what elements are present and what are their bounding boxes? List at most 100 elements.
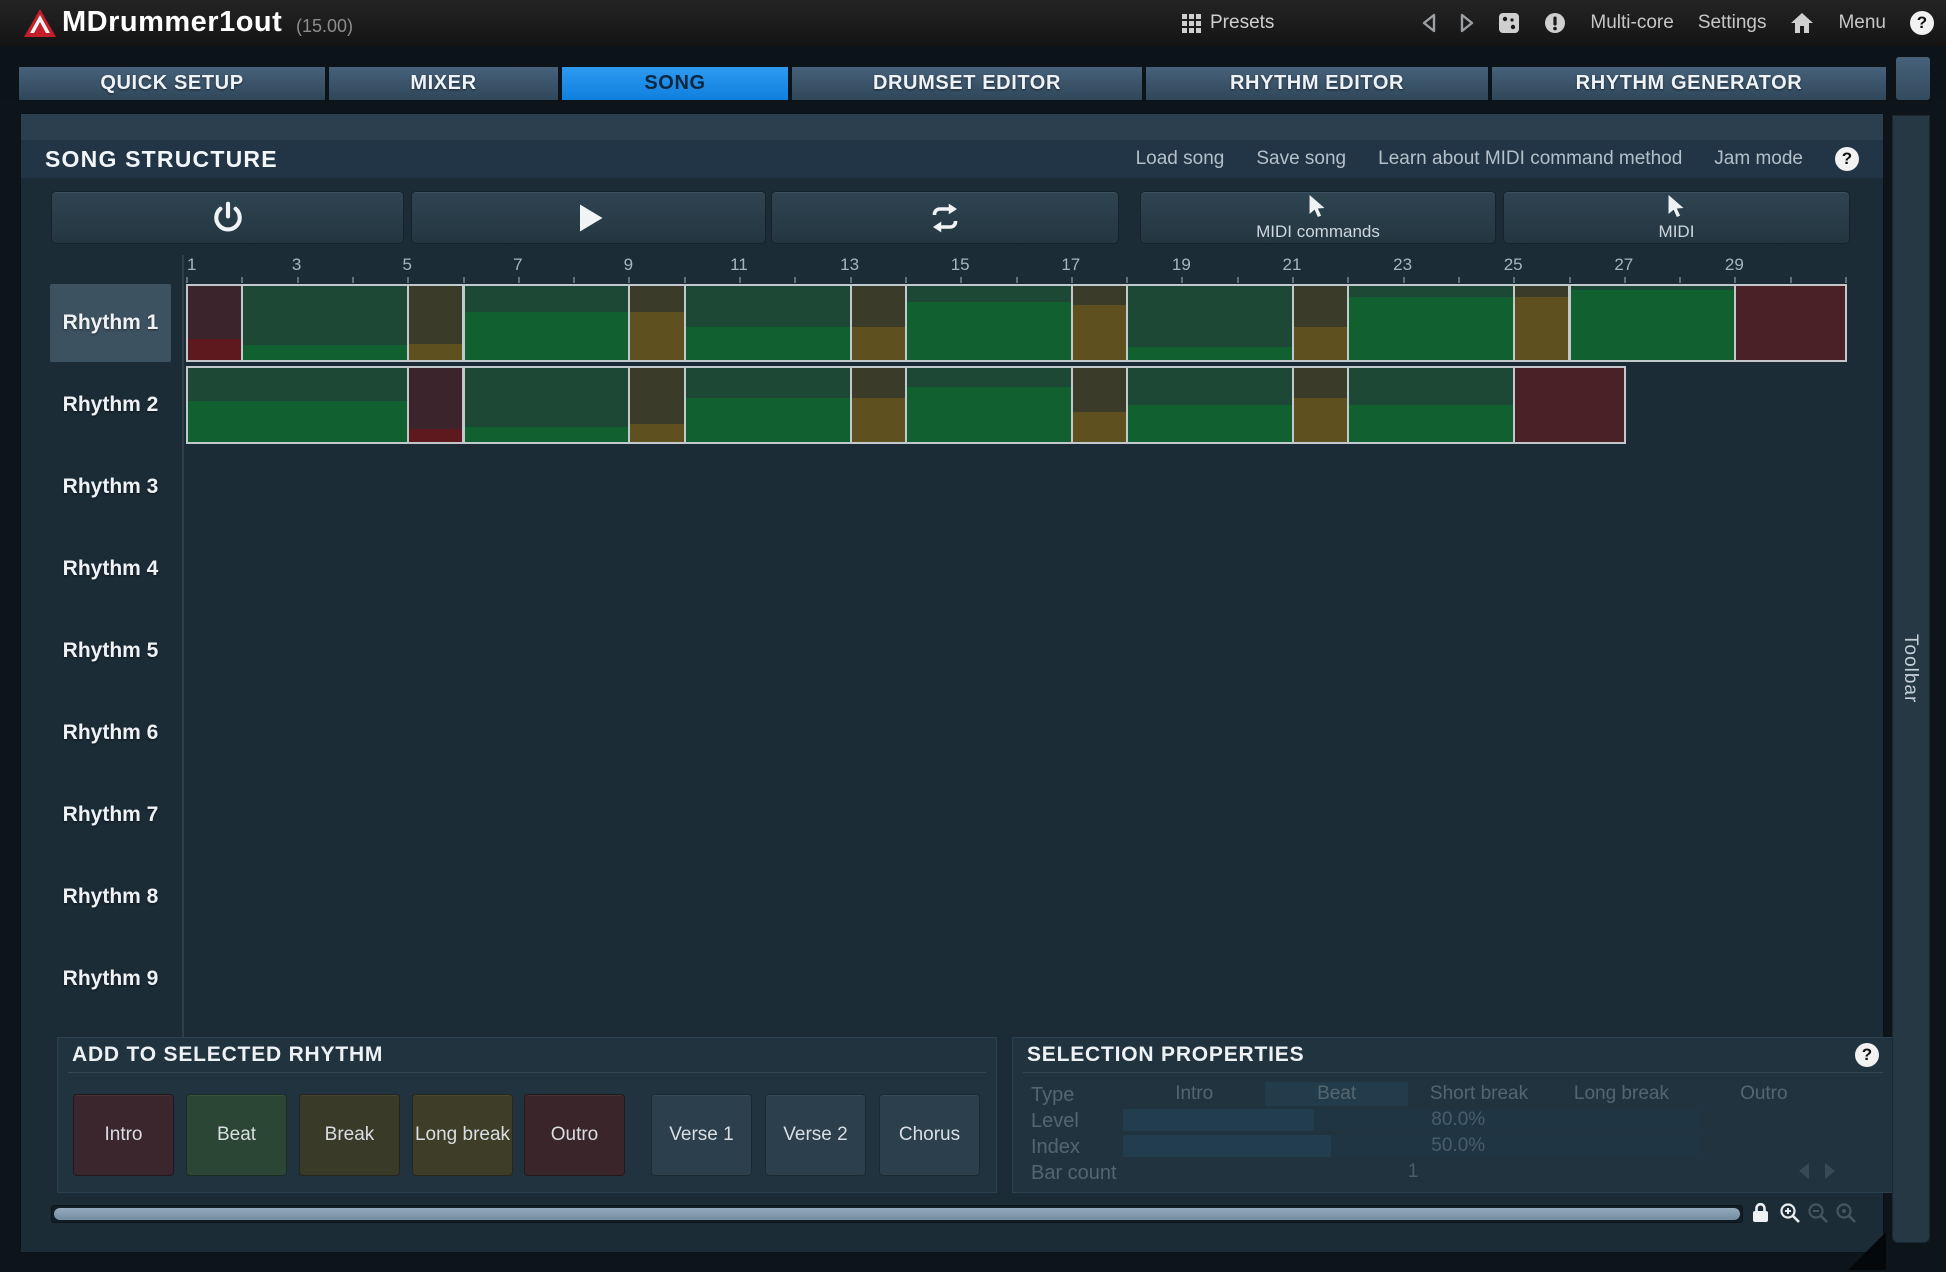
song-segment-break[interactable] [850, 284, 907, 362]
add-button-outro[interactable]: Outro [524, 1094, 625, 1176]
tab-song[interactable]: SONG [562, 67, 788, 100]
segment-level-fill [465, 312, 629, 360]
index-slider[interactable]: 50.0% [1123, 1135, 1701, 1157]
menu-button[interactable]: Menu [1838, 12, 1886, 34]
segment-level-fill [852, 327, 905, 360]
midi-button[interactable]: MIDI [1503, 191, 1850, 244]
add-button-long-break[interactable]: Long break [412, 1094, 513, 1176]
ruler-tick [1237, 277, 1239, 283]
song-segment-break[interactable] [628, 366, 685, 444]
loop-button[interactable] [771, 191, 1119, 244]
power-button[interactable] [51, 191, 404, 244]
add-button-verse-2[interactable]: Verse 2 [765, 1094, 866, 1176]
random-dice-icon[interactable] [1498, 12, 1520, 34]
type-option-outro[interactable]: Outro [1693, 1082, 1835, 1106]
tab-mixer[interactable]: MIXER [329, 67, 558, 100]
add-button-chorus[interactable]: Chorus [879, 1094, 980, 1176]
zoom-out-icon[interactable] [1806, 1201, 1830, 1225]
song-segment-break[interactable] [1292, 366, 1349, 444]
track-label-rhythm-6[interactable]: Rhythm 6 [50, 694, 171, 772]
timeline-ruler[interactable]: 1357911131517192123252729 [186, 255, 1878, 283]
type-option-short-break[interactable]: Short break [1408, 1082, 1550, 1106]
bar-count-decrement-icon[interactable] [1799, 1163, 1809, 1179]
track-label-rhythm-5[interactable]: Rhythm 5 [50, 612, 171, 690]
toolbar-strip[interactable]: Toolbar [1892, 115, 1930, 1243]
track-label-rhythm-9[interactable]: Rhythm 9 [50, 940, 171, 1018]
add-button-beat[interactable]: Beat [186, 1094, 287, 1176]
tab-quick-setup[interactable]: QUICK SETUP [19, 67, 325, 100]
song-segment-beat[interactable] [905, 366, 1073, 444]
tab-drumset-editor[interactable]: DRUMSET EDITOR [792, 67, 1142, 100]
song-segment-beat[interactable] [241, 284, 409, 362]
song-segment-outro[interactable] [1734, 284, 1847, 362]
segment-level-fill [1571, 290, 1735, 360]
ruler-tick [905, 277, 907, 283]
track-label-rhythm-7[interactable]: Rhythm 7 [50, 776, 171, 854]
song-segment-break[interactable] [407, 284, 464, 362]
song-segment-beat[interactable] [1126, 284, 1294, 362]
add-button-verse-1[interactable]: Verse 1 [651, 1094, 752, 1176]
link-load-song[interactable]: Load song [1136, 148, 1225, 170]
song-segment-break[interactable] [1513, 284, 1570, 362]
song-structure-help-button[interactable]: ? [1835, 147, 1859, 171]
ruler-tick [463, 277, 465, 283]
song-segment-beat[interactable] [684, 366, 852, 444]
zoom-reset-icon[interactable] [1834, 1201, 1858, 1225]
segment-level-fill [1349, 297, 1513, 360]
song-segment-break[interactable] [1071, 366, 1128, 444]
add-button-break[interactable]: Break [299, 1094, 400, 1176]
ruler-tick [1734, 277, 1736, 283]
track-label-rhythm-3[interactable]: Rhythm 3 [50, 448, 171, 526]
song-segment-intro[interactable] [407, 366, 464, 444]
type-option-long-break[interactable]: Long break [1550, 1082, 1692, 1106]
song-segment-beat[interactable] [1347, 284, 1515, 362]
add-button-intro[interactable]: Intro [73, 1094, 174, 1176]
scrollbar-thumb[interactable] [54, 1208, 1740, 1220]
track-label-rhythm-4[interactable]: Rhythm 4 [50, 530, 171, 608]
type-option-intro[interactable]: Intro [1123, 1082, 1265, 1106]
track-label-rhythm-2[interactable]: Rhythm 2 [50, 366, 171, 444]
song-segment-beat[interactable] [684, 284, 852, 362]
song-segment-beat[interactable] [905, 284, 1073, 362]
song-segment-break[interactable] [628, 284, 685, 362]
level-slider[interactable]: 80.0% [1123, 1109, 1701, 1131]
song-segment-outro[interactable] [1513, 366, 1626, 444]
song-segment-intro[interactable] [186, 284, 243, 362]
bar-count-row: Bar count 1 [1013, 1160, 1893, 1184]
multicore-button[interactable]: Multi-core [1590, 12, 1673, 34]
panic-warning-icon[interactable] [1544, 12, 1566, 34]
song-segment-break[interactable] [1071, 284, 1128, 362]
song-segment-break[interactable] [1292, 284, 1349, 362]
home-icon[interactable] [1790, 12, 1814, 34]
zoom-lock-icon[interactable] [1749, 1201, 1773, 1225]
track-label-rhythm-1[interactable]: Rhythm 1 [50, 284, 171, 362]
settings-button[interactable]: Settings [1698, 12, 1767, 34]
bar-count-increment-icon[interactable] [1825, 1163, 1835, 1179]
play-button[interactable] [411, 191, 766, 244]
type-option-beat[interactable]: Beat [1265, 1082, 1407, 1106]
tab-rhythm-editor[interactable]: RHYTHM EDITOR [1146, 67, 1488, 100]
song-segment-beat[interactable] [463, 284, 631, 362]
help-button[interactable]: ? [1910, 11, 1934, 35]
song-segment-beat[interactable] [186, 366, 409, 444]
right-strip-header[interactable] [1896, 57, 1930, 100]
resize-grip[interactable] [1848, 1232, 1886, 1270]
song-segment-beat[interactable] [1126, 366, 1294, 444]
zoom-in-icon[interactable] [1778, 1201, 1802, 1225]
song-segment-break[interactable] [850, 366, 907, 444]
next-preset-icon[interactable] [1460, 13, 1474, 33]
track-label-rhythm-8[interactable]: Rhythm 8 [50, 858, 171, 936]
prev-preset-icon[interactable] [1422, 13, 1436, 33]
song-segment-beat[interactable] [1347, 366, 1515, 444]
link-save-song[interactable]: Save song [1256, 148, 1346, 170]
song-segment-beat[interactable] [463, 366, 631, 444]
presets-button[interactable]: Presets [1182, 8, 1274, 38]
midi-commands-button[interactable]: MIDI commands [1140, 191, 1496, 244]
link-jam-mode[interactable]: Jam mode [1714, 148, 1803, 170]
selection-help-button[interactable]: ? [1855, 1043, 1879, 1067]
melda-logo-icon [24, 9, 56, 37]
link-learn-about-midi-command-method[interactable]: Learn about MIDI command method [1378, 148, 1682, 170]
tab-rhythm-generator[interactable]: RHYTHM GENERATOR [1492, 67, 1886, 100]
song-segment-beat[interactable] [1569, 284, 1737, 362]
horizontal-scrollbar[interactable] [51, 1205, 1743, 1223]
